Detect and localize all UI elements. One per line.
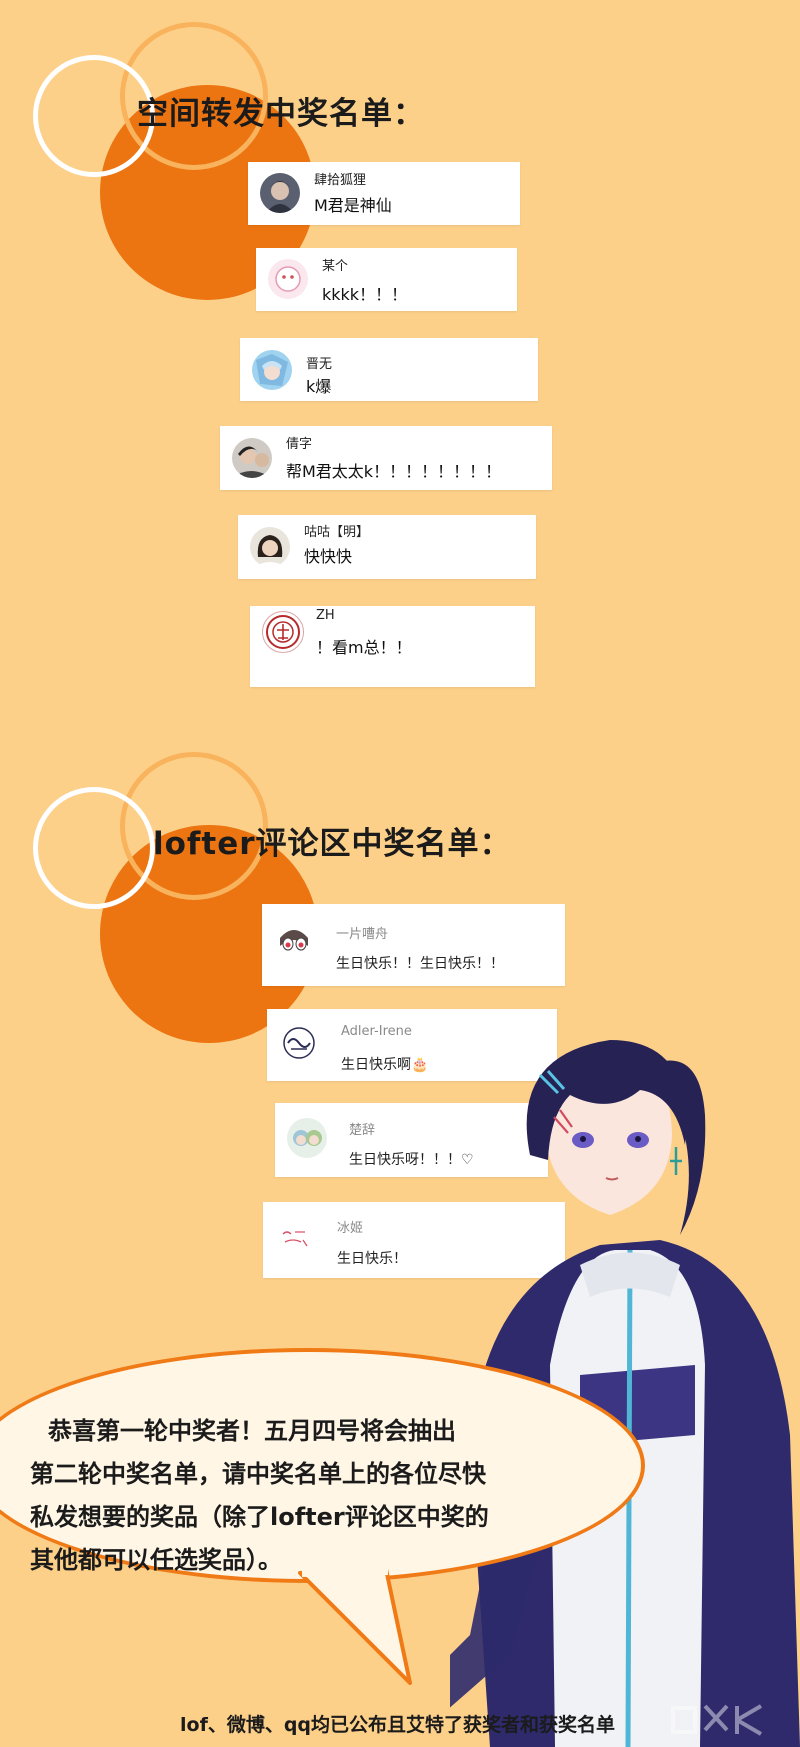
commenter-name: 一片嘈舟	[336, 927, 389, 942]
speech-bubble-tail	[298, 1565, 412, 1685]
comment-text: 生日快乐啊🎂	[341, 1057, 429, 1073]
comment-card: 某个 kkkk！！！	[256, 248, 517, 311]
commenter-name: 某个	[322, 259, 349, 274]
comment-card: ZH ！看m总！！	[250, 606, 535, 687]
commenter-name: ZH	[316, 608, 335, 623]
comment-text: M君是神仙	[314, 196, 392, 215]
footer-note: lof、微博、qq均已公布且艾特了获奖者和获奖名单	[180, 1714, 616, 1736]
comment-text: 帮M君太太k！！！！！！！！	[286, 462, 502, 481]
comment-card: 一片嘈舟 生日快乐！！生日快乐！！	[262, 904, 565, 986]
white-ring-decoration	[33, 787, 155, 909]
announcement-line: 私发想要的奖品（除了lofter评论区中奖的	[30, 1503, 489, 1531]
avatar	[262, 611, 304, 653]
section-title-lofter: lofter评论区中奖名单：	[153, 826, 512, 862]
avatar	[260, 173, 300, 213]
comment-card: 晋无 k爆	[240, 338, 538, 401]
comment-card: 倩字 帮M君太太k！！！！！！！！	[220, 426, 552, 490]
avatar	[250, 527, 290, 567]
avatar	[279, 1023, 319, 1063]
commenter-name: 楚辞	[349, 1123, 376, 1138]
avatar	[287, 1118, 327, 1158]
watermark-logo	[665, 1700, 785, 1740]
comment-text: kkkk！！！	[322, 285, 408, 304]
comment-card: 肆拾狐狸 M君是神仙	[248, 162, 520, 225]
comment-text: ！看m总！！	[316, 638, 412, 657]
avatar	[268, 259, 308, 299]
commenter-name: Adler-Irene	[341, 1024, 412, 1039]
commenter-name: 肆拾狐狸	[314, 173, 367, 188]
comment-text: 快快快	[304, 547, 353, 566]
section-title-qzone: 空间转发中奖名单：	[137, 96, 425, 132]
announcement-line: 恭喜第一轮中奖者！五月四号将会抽出	[48, 1417, 456, 1445]
comment-text: 生日快乐！！生日快乐！！	[336, 956, 504, 972]
commenter-name: 咕咕【明】	[304, 525, 370, 540]
commenter-name: 晋无	[306, 357, 333, 372]
announcement-line: 第二轮中奖名单，请中奖名单上的各位尽快	[30, 1460, 486, 1488]
avatar	[252, 350, 292, 390]
commenter-name: 冰姬	[337, 1221, 364, 1236]
comment-text: k爆	[306, 377, 332, 396]
avatar	[232, 438, 272, 478]
avatar	[275, 1218, 315, 1258]
announcement-text: 恭喜第一轮中奖者！五月四号将会抽出 第二轮中奖名单，请中奖名单上的各位尽快 私发…	[30, 1410, 630, 1582]
avatar	[274, 920, 314, 960]
comment-card: 咕咕【明】 快快快	[238, 515, 536, 579]
comment-text: 生日快乐！	[337, 1251, 407, 1267]
commenter-name: 倩字	[286, 437, 313, 452]
announcement-line: 其他都可以任选奖品）。	[30, 1546, 282, 1574]
